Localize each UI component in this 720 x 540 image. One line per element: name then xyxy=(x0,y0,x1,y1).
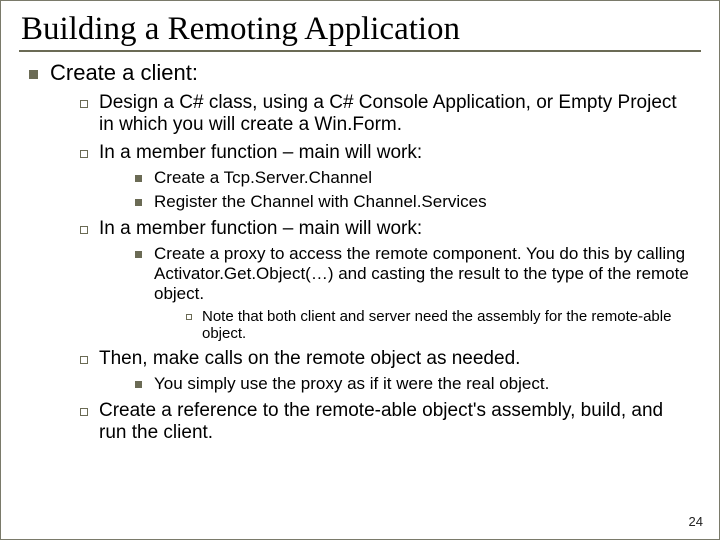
hollow-square-bullet-icon xyxy=(80,150,88,158)
list-level-3: Create a Tcp.Server.Channel Register the… xyxy=(99,168,691,212)
hollow-square-bullet-icon xyxy=(80,100,88,108)
list-item-text: You simply use the proxy as if it were t… xyxy=(154,374,691,394)
hollow-square-bullet-icon xyxy=(186,314,192,320)
list-item: Register the Channel with Channel.Servic… xyxy=(135,192,691,212)
square-bullet-icon xyxy=(29,70,38,79)
list-item-text: Design a C# class, using a C# Console Ap… xyxy=(99,92,691,136)
list-item-text: In a member function – main will work: xyxy=(99,218,422,239)
list-item-text: Create a client: xyxy=(50,60,198,85)
list-item: Create a proxy to access the remote comp… xyxy=(135,244,691,342)
list-item: In a member function – main will work: C… xyxy=(80,142,691,212)
page-number: 24 xyxy=(689,514,703,529)
hollow-square-bullet-icon xyxy=(80,408,88,416)
list-item-text: Create a Tcp.Server.Channel xyxy=(154,168,691,188)
hollow-square-bullet-icon xyxy=(80,226,88,234)
list-level-2: Design a C# class, using a C# Console Ap… xyxy=(50,92,691,444)
list-item-text: Create a reference to the remote-able ob… xyxy=(99,400,691,444)
list-item-text: Then, make calls on the remote object as… xyxy=(99,348,520,369)
list-item: Create a reference to the remote-able ob… xyxy=(80,400,691,444)
list-level-4: Note that both client and server need th… xyxy=(154,308,691,342)
list-item: You simply use the proxy as if it were t… xyxy=(135,374,691,394)
hollow-square-bullet-icon xyxy=(80,356,88,364)
square-bullet-icon xyxy=(135,175,142,182)
slide-title: Building a Remoting Application xyxy=(1,1,719,50)
list-item: Then, make calls on the remote object as… xyxy=(80,348,691,394)
slide: Building a Remoting Application Create a… xyxy=(0,0,720,540)
square-bullet-icon xyxy=(135,199,142,206)
list-item-text: Register the Channel with Channel.Servic… xyxy=(154,192,691,212)
list-item: Create a Tcp.Server.Channel xyxy=(135,168,691,188)
list-item-text: In a member function – main will work: xyxy=(99,142,422,163)
list-item: Note that both client and server need th… xyxy=(186,308,691,342)
list-level-1: Create a client: Design a C# class, usin… xyxy=(29,60,691,444)
square-bullet-icon xyxy=(135,251,142,258)
list-item: Create a client: Design a C# class, usin… xyxy=(29,60,691,444)
list-level-3: You simply use the proxy as if it were t… xyxy=(99,374,691,394)
list-item: In a member function – main will work: C… xyxy=(80,218,691,342)
list-item-text: Create a proxy to access the remote comp… xyxy=(154,244,689,303)
list-item-text: Note that both client and server need th… xyxy=(202,308,691,342)
list-level-3: Create a proxy to access the remote comp… xyxy=(99,244,691,342)
title-underline xyxy=(19,50,701,52)
square-bullet-icon xyxy=(135,381,142,388)
list-item: Design a C# class, using a C# Console Ap… xyxy=(80,92,691,136)
slide-body: Create a client: Design a C# class, usin… xyxy=(1,60,719,444)
